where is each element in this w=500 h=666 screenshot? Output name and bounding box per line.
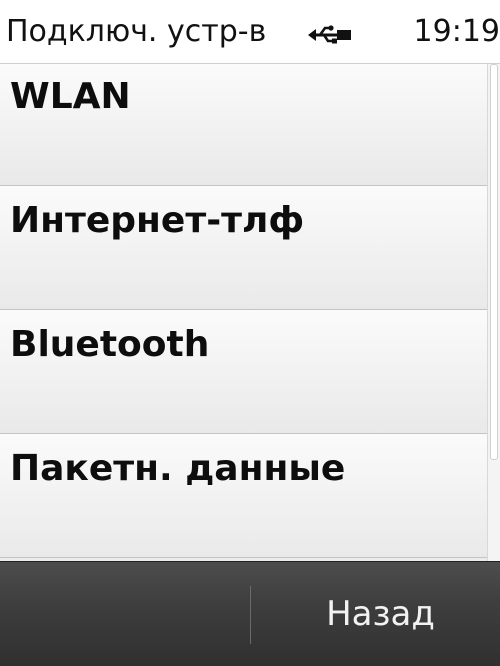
list-item-bluetooth[interactable]: Bluetooth xyxy=(0,310,487,434)
back-button-label: Назад xyxy=(326,594,435,634)
back-button[interactable]: Назад xyxy=(251,562,500,666)
list-item-label: Пакетн. данные xyxy=(10,448,346,489)
softkey-bar: Назад xyxy=(0,561,500,666)
list-item-packet-data[interactable]: Пакетн. данные xyxy=(0,434,487,558)
scrollbar[interactable] xyxy=(487,64,500,561)
usb-connection-icon xyxy=(306,25,354,45)
status-bar: Подключ. устр-в 19:19 xyxy=(0,0,500,64)
list-item-label: Интернет-тлф xyxy=(10,200,305,241)
window-title: Подключ. устр-в xyxy=(6,14,267,49)
left-softkey[interactable] xyxy=(0,562,250,666)
list-item-label: Bluetooth xyxy=(10,324,210,365)
list-item-internet-phone[interactable]: Интернет-тлф xyxy=(0,186,487,310)
connectivity-list: WLAN Интернет-тлф Bluetooth Пакетн. данн… xyxy=(0,64,487,561)
list-item-label: WLAN xyxy=(10,76,131,117)
list-item-wlan[interactable]: WLAN xyxy=(0,64,487,186)
clock: 19:19 xyxy=(413,14,500,49)
scrollbar-thumb[interactable] xyxy=(490,64,498,460)
